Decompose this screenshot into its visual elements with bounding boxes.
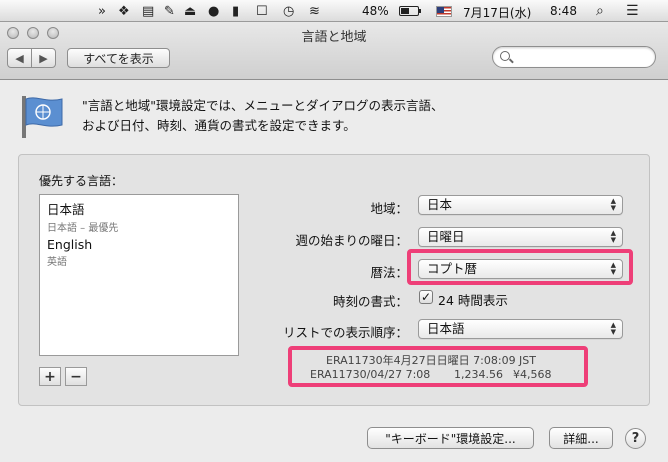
time-format-label: 時刻の書式： xyxy=(332,294,408,309)
bookmark-icon[interactable]: ▮ xyxy=(232,3,239,19)
notes-icon[interactable]: ✎ xyxy=(164,3,175,19)
popup-arrows-icon: ▲ ▼ xyxy=(610,229,616,244)
popup-arrows-icon: ▲ ▼ xyxy=(610,197,616,212)
popup-arrows-icon: ▲ ▼ xyxy=(610,321,616,336)
wifi-icon[interactable]: ≋ xyxy=(309,3,320,19)
sample-currency: ¥4,568 xyxy=(513,368,552,381)
notification-center-icon[interactable]: ☰ xyxy=(626,3,639,19)
menubar-time[interactable]: 8:48 xyxy=(550,4,577,18)
remove-language-button[interactable]: − xyxy=(65,367,87,386)
first-day-value: 日曜日 xyxy=(427,229,465,244)
language-name: English xyxy=(47,237,93,252)
search-field[interactable] xyxy=(492,46,656,68)
sort-order-label: リストでの表示順序： xyxy=(282,325,408,340)
calendar-popup[interactable]: コプト暦 ▲ ▼ xyxy=(418,259,623,279)
popup-arrows-icon: ▲ ▼ xyxy=(610,261,616,276)
intro-line-1: "言語と地域"環境設定では、メニューとダイアログの表示言語、 xyxy=(82,98,444,113)
forward-button[interactable]: ▶ xyxy=(31,48,56,68)
language-name: 日本語 xyxy=(47,202,85,217)
calendar-label: 暦法： xyxy=(370,265,408,280)
battery-percent[interactable]: 48% xyxy=(362,4,389,18)
region-value: 日本 xyxy=(427,197,453,212)
sort-order-popup[interactable]: 日本語 ▲ ▼ xyxy=(418,319,623,339)
region-popup[interactable]: 日本 ▲ ▼ xyxy=(418,195,623,215)
keyboard-preferences-button[interactable]: "キーボード"環境設定... xyxy=(367,427,534,449)
window-title: 言語と地域 xyxy=(301,30,367,45)
menu-bar: » ❖ ▤ ✎ ⏏ ● ▮ ☐ ◷ ≋ 48% 7月17日(水) 8:48 ⌕ … xyxy=(0,0,668,22)
advanced-button[interactable]: 詳細... xyxy=(549,427,613,449)
search-icon xyxy=(500,51,510,61)
back-button[interactable]: ◀ xyxy=(7,48,32,68)
language-subtitle: 英語 xyxy=(47,257,67,268)
sort-order-value: 日本語 xyxy=(427,321,465,336)
spotlight-search-icon[interactable]: ⌕ xyxy=(596,3,604,19)
time-format-option[interactable]: 24 時間表示 xyxy=(438,290,508,309)
alert-icon[interactable]: ● xyxy=(208,3,219,19)
show-all-button[interactable]: すべてを表示 xyxy=(67,48,170,68)
input-source-flag-icon[interactable] xyxy=(436,6,452,17)
region-label: 地域： xyxy=(370,201,408,216)
calendar-value: コプト暦 xyxy=(427,261,478,276)
eject-icon[interactable]: ⏏ xyxy=(184,3,196,19)
list-item[interactable]: English 英語 xyxy=(47,237,92,268)
battery-icon[interactable] xyxy=(399,6,421,16)
first-day-label: 週の始まりの曜日： xyxy=(295,233,408,248)
help-button[interactable]: ? xyxy=(625,428,646,449)
intro-line-2: および日付、時刻、通貨の書式を設定できます。 xyxy=(82,118,356,133)
printer-icon[interactable]: ▤ xyxy=(142,3,154,19)
checkbox-icon[interactable]: ☐ xyxy=(256,3,268,19)
language-region-flag-icon xyxy=(22,96,63,138)
preferred-languages-label: 優先する言語： xyxy=(39,174,124,188)
first-day-popup[interactable]: 日曜日 ▲ ▼ xyxy=(418,227,623,247)
time-machine-icon[interactable]: ◷ xyxy=(283,3,294,19)
language-list[interactable]: 日本語 日本語 – 最優先 English 英語 xyxy=(39,194,239,356)
list-item[interactable]: 日本語 日本語 – 最優先 xyxy=(47,199,118,234)
language-subtitle: 日本語 – 最優先 xyxy=(47,223,119,234)
window-toolbar: 言語と地域 ◀ ▶ すべてを表示 xyxy=(0,22,668,80)
sample-date-long: ERA11730年4月27日日曜日 7:08:09 JST xyxy=(326,354,537,367)
sample-number: 1,234.56 xyxy=(454,368,503,381)
airplay-icon[interactable]: » xyxy=(98,3,106,19)
time-format-checkbox[interactable]: ✓ xyxy=(419,290,433,304)
menubar-date[interactable]: 7月17日(水) xyxy=(463,4,531,21)
add-language-button[interactable]: + xyxy=(39,367,61,386)
sample-date-short: ERA11730/04/27 7:08 xyxy=(310,368,431,381)
dropbox-icon[interactable]: ❖ xyxy=(118,3,130,19)
intro-description: "言語と地域"環境設定では、メニューとダイアログの表示言語、 および日付、時刻、… xyxy=(82,96,444,136)
